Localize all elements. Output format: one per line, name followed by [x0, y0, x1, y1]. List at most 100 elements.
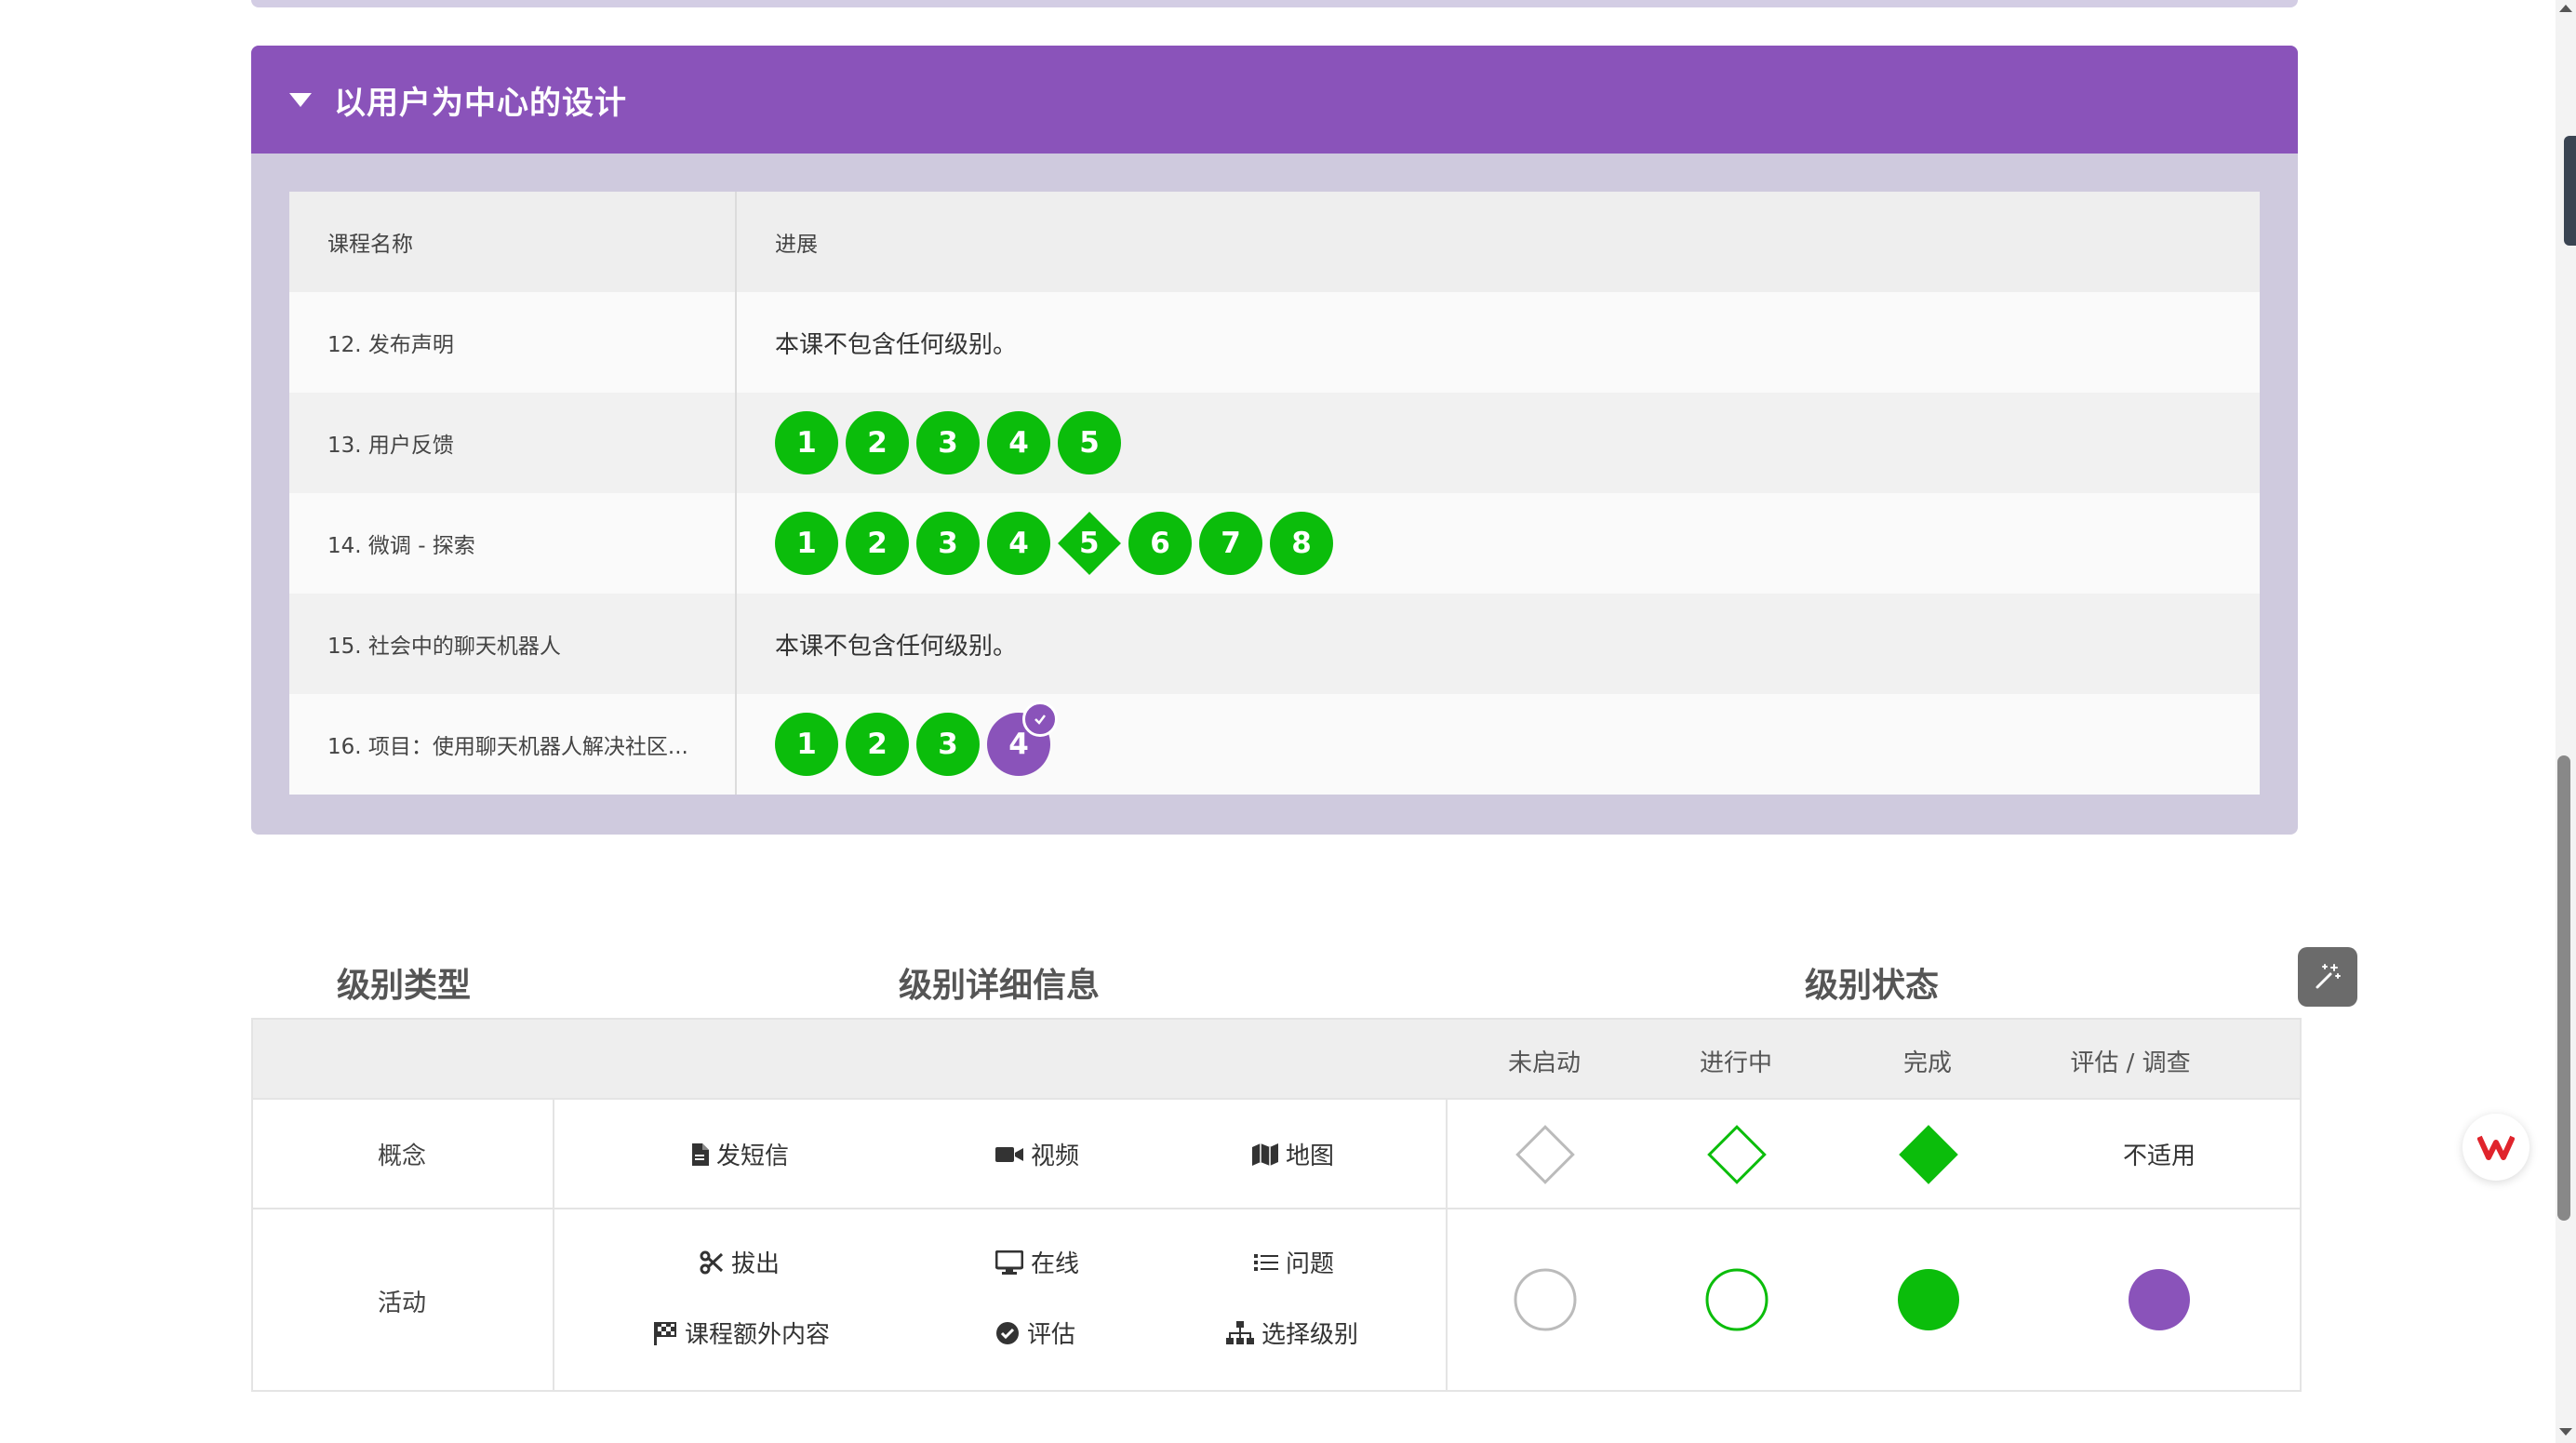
- choice-level-type: 选择级别: [1226, 1316, 1358, 1350]
- monitor-icon: [995, 1249, 1023, 1275]
- table-row: 15. 社会中的聊天机器人 本课不包含任何级别。: [289, 594, 2260, 694]
- table-row: 14. 微调 - 探索 1 2 3 4 5 6 7 8: [289, 493, 2260, 594]
- check-circle-icon: [996, 1321, 1019, 1344]
- unplugged-level-type: 拔出: [700, 1245, 780, 1279]
- level-progress: 1 2 3 4: [736, 694, 2260, 795]
- check-icon: [1022, 701, 1058, 737]
- table-header-row: 课程名称 进展: [289, 192, 2260, 292]
- item-label: 地图: [1286, 1142, 1335, 1170]
- item-label: 在线: [1031, 1250, 1080, 1278]
- map-icon: [1252, 1142, 1278, 1166]
- column-header-progress: 进展: [736, 192, 2260, 292]
- diamond-not-started-icon: [1515, 1125, 1575, 1184]
- lesson-name[interactable]: 13. 用户反馈: [289, 393, 737, 493]
- circle-in-progress-icon: [1705, 1268, 1768, 1331]
- map-level-type: 地图: [1252, 1137, 1334, 1171]
- table-row: 16. 项目：使用聊天机器人解决社区... 1 2 3 4: [289, 694, 2260, 795]
- concept-label: 概念: [377, 1142, 426, 1170]
- level-progress: 1 2 3 4 5: [736, 393, 2260, 493]
- level-bubble[interactable]: 1: [775, 411, 838, 474]
- item-label: 课程额外内容: [685, 1321, 831, 1349]
- level-bubble[interactable]: 3: [916, 512, 980, 575]
- item-label: 视频: [1031, 1142, 1080, 1170]
- diamond-in-progress-icon: [1707, 1125, 1767, 1184]
- lessons-table: 课程名称 进展 12. 发布声明 本课不包含任何级别。 13. 用户反馈 1 2…: [289, 192, 2260, 795]
- circle-not-started-icon: [1514, 1268, 1577, 1331]
- status-header-complete: 完成: [1902, 1049, 1952, 1077]
- column-header-lesson: 课程名称: [289, 192, 737, 292]
- video-level-type: 视频: [995, 1137, 1079, 1171]
- unit-panel: 以用户为中心的设计 课程名称 进展 12. 发布声明 本课不包含任何级别。 13…: [251, 46, 2298, 835]
- side-panel-tab[interactable]: [2564, 136, 2576, 246]
- list-icon: [1254, 1253, 1278, 1271]
- item-label: 发短信: [716, 1142, 790, 1170]
- status-header-not-started: 未启动: [1507, 1049, 1581, 1077]
- level-bubble[interactable]: 1: [775, 713, 838, 776]
- status-header-in-progress: 进行中: [1699, 1049, 1772, 1077]
- lesson-name[interactable]: 12. 发布声明: [289, 292, 737, 393]
- scroll-up-icon[interactable]: [2556, 2, 2575, 15]
- table-row: 13. 用户反馈 1 2 3 4 5: [289, 393, 2260, 493]
- online-level-type: 在线: [995, 1245, 1079, 1279]
- item-label: 拔出: [731, 1250, 781, 1278]
- previous-panel-edge: [251, 0, 2298, 7]
- legend-row-divider: [253, 1208, 2300, 1209]
- circle-complete-icon: [1898, 1269, 1959, 1330]
- lesson-name[interactable]: 15. 社会中的聊天机器人: [289, 594, 737, 694]
- legend-type-title: 级别类型: [337, 967, 472, 1005]
- item-label: 评估: [1027, 1321, 1076, 1349]
- diamond-complete-icon: [1899, 1125, 1958, 1184]
- lesson-name[interactable]: 14. 微调 - 探索: [289, 493, 737, 594]
- scrollbar-thumb[interactable]: [2557, 755, 2570, 1221]
- legend-status-title: 级别状态: [1805, 967, 1940, 1005]
- level-bubble[interactable]: 1: [775, 512, 838, 575]
- assessment-level-bubble[interactable]: 4: [987, 701, 1058, 776]
- level-number: 4: [1008, 728, 1029, 761]
- level-bubble[interactable]: 4: [987, 411, 1050, 474]
- level-bubble[interactable]: 3: [916, 411, 980, 474]
- wps-logo-icon: [2477, 1135, 2515, 1160]
- item-label: 问题: [1286, 1250, 1335, 1278]
- level-bubble[interactable]: 5: [1058, 411, 1121, 474]
- level-bubble[interactable]: 8: [1270, 512, 1333, 575]
- no-levels-note: 本课不包含任何级别。: [736, 594, 2260, 694]
- scroll-down-icon[interactable]: [2556, 1425, 2575, 1438]
- extras-level-type: 课程额外内容: [653, 1316, 830, 1350]
- circle-assessment-icon: [2129, 1269, 2190, 1330]
- sitemap-icon: [1226, 1320, 1254, 1344]
- column-divider: [553, 1098, 554, 1390]
- table-row: 12. 发布声明 本课不包含任何级别。: [289, 292, 2260, 393]
- activity-label: 活动: [377, 1289, 426, 1317]
- level-bubble[interactable]: 7: [1199, 512, 1262, 575]
- level-progress: 1 2 3 4 5 6 7 8: [736, 493, 2260, 594]
- level-bubble[interactable]: 4: [987, 512, 1050, 575]
- magic-wand-icon: [2316, 964, 2341, 989]
- level-bubble[interactable]: 3: [916, 713, 980, 776]
- caret-down-icon[interactable]: [289, 92, 312, 107]
- status-header-assessment: 评估 / 调查: [2070, 1049, 2191, 1077]
- item-label: 选择级别: [1261, 1321, 1359, 1349]
- checkered-flag-icon: [654, 1321, 676, 1345]
- level-bubble[interactable]: 6: [1128, 512, 1192, 575]
- no-levels-note: 本课不包含任何级别。: [736, 292, 2260, 393]
- column-divider: [1446, 1098, 1448, 1390]
- level-bubble[interactable]: 2: [846, 713, 909, 776]
- file-icon: [692, 1142, 709, 1166]
- unit-header[interactable]: 以用户为中心的设计: [251, 46, 2298, 154]
- unit-title: 以用户为中心的设计: [334, 84, 627, 122]
- level-diamond[interactable]: 5: [1058, 512, 1121, 575]
- legend-row-divider: [253, 1098, 2300, 1100]
- magic-wand-button[interactable]: [2298, 947, 2357, 1007]
- wps-assistant-button[interactable]: [2463, 1114, 2529, 1181]
- legend-detail-title: 级别详细信息: [899, 967, 1101, 1005]
- text-level-type: 发短信: [690, 1137, 789, 1171]
- level-bubble[interactable]: 2: [846, 411, 909, 474]
- lesson-name[interactable]: 16. 项目：使用聊天机器人解决社区...: [289, 694, 737, 795]
- scissors-icon: [700, 1250, 724, 1274]
- level-bubble[interactable]: 2: [846, 512, 909, 575]
- video-icon: [995, 1146, 1023, 1162]
- assessment-level-type: 评估: [995, 1316, 1075, 1350]
- questions-level-type: 问题: [1254, 1245, 1334, 1279]
- legend-header-row: 未启动 进行中 完成 评估 / 调查: [253, 1020, 2300, 1098]
- legend-table: 未启动 进行中 完成 评估 / 调查 概念 发短信 视频 地图 不适用 活动 拔…: [251, 1018, 2302, 1392]
